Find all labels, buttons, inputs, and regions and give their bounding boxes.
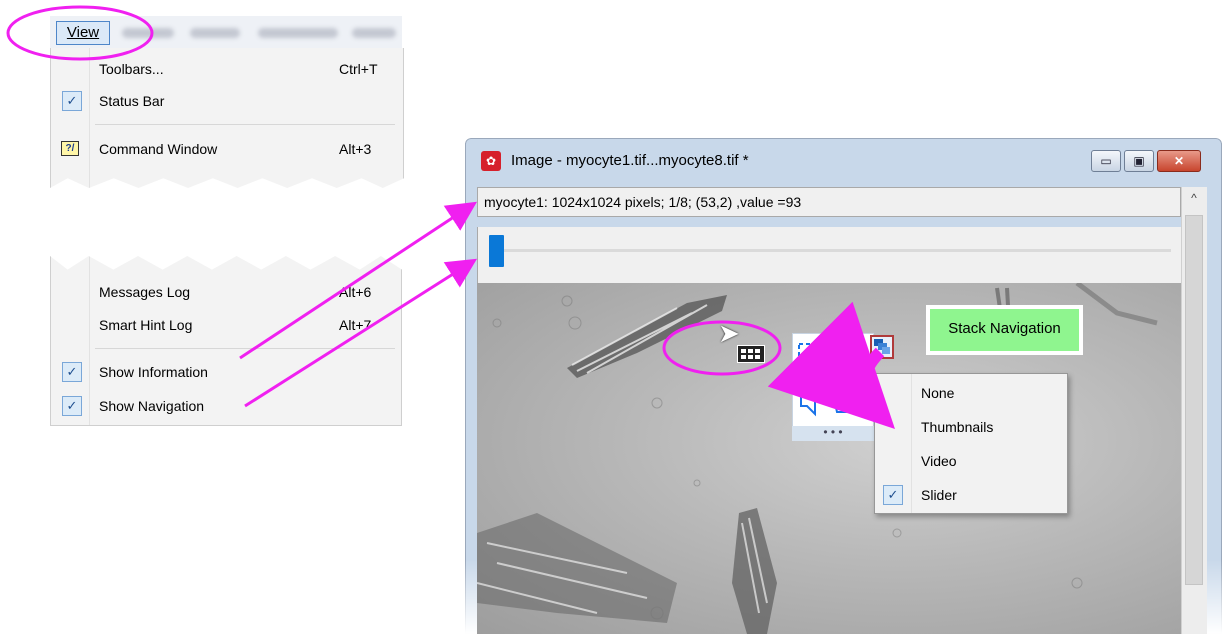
- annotation-overlay: [6, 5, 895, 429]
- curved-arrow-stack-navigation: [767, 301, 895, 429]
- highlight-ellipse-view-menu: [6, 5, 154, 61]
- highlight-ellipse-cursor: [662, 320, 782, 376]
